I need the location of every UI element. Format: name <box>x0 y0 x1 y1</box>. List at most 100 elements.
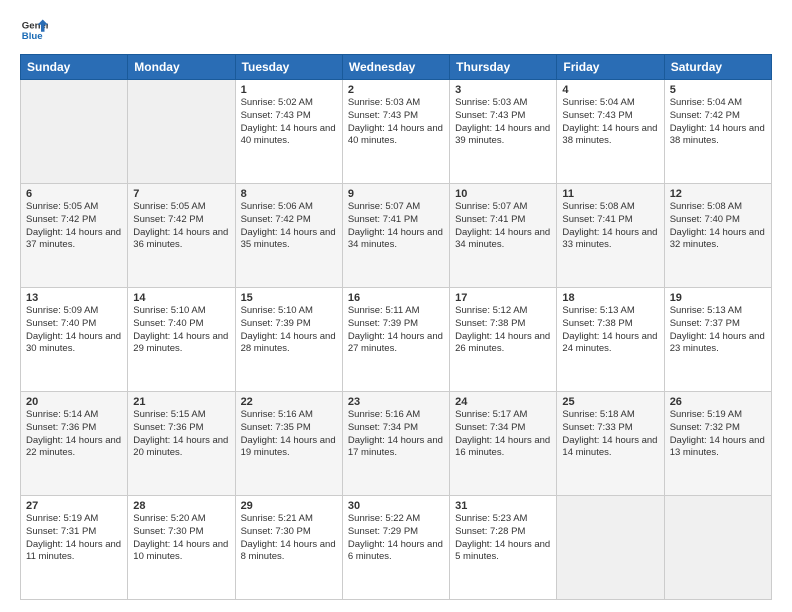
day-detail: Sunrise: 5:04 AM Sunset: 7:43 PM Dayligh… <box>562 97 658 148</box>
day-number: 18 <box>562 292 658 304</box>
day-detail: Sunrise: 5:09 AM Sunset: 7:40 PM Dayligh… <box>26 305 122 356</box>
calendar-cell: 1Sunrise: 5:02 AM Sunset: 7:43 PM Daylig… <box>235 80 342 184</box>
day-number: 19 <box>670 292 766 304</box>
day-number: 1 <box>241 84 337 96</box>
logo: General Blue <box>20 16 48 44</box>
page: General Blue SundayMondayTuesdayWednesda… <box>0 0 792 612</box>
calendar-cell: 13Sunrise: 5:09 AM Sunset: 7:40 PM Dayli… <box>21 288 128 392</box>
day-detail: Sunrise: 5:10 AM Sunset: 7:40 PM Dayligh… <box>133 305 229 356</box>
calendar-cell: 7Sunrise: 5:05 AM Sunset: 7:42 PM Daylig… <box>128 184 235 288</box>
calendar-cell: 23Sunrise: 5:16 AM Sunset: 7:34 PM Dayli… <box>342 392 449 496</box>
calendar-cell: 4Sunrise: 5:04 AM Sunset: 7:43 PM Daylig… <box>557 80 664 184</box>
header-row: SundayMondayTuesdayWednesdayThursdayFrid… <box>21 55 772 80</box>
day-number: 25 <box>562 396 658 408</box>
col-header-friday: Friday <box>557 55 664 80</box>
calendar-cell: 11Sunrise: 5:08 AM Sunset: 7:41 PM Dayli… <box>557 184 664 288</box>
calendar-cell: 8Sunrise: 5:06 AM Sunset: 7:42 PM Daylig… <box>235 184 342 288</box>
day-number: 6 <box>26 188 122 200</box>
calendar-table: SundayMondayTuesdayWednesdayThursdayFrid… <box>20 54 772 600</box>
calendar-cell <box>128 80 235 184</box>
calendar-cell: 25Sunrise: 5:18 AM Sunset: 7:33 PM Dayli… <box>557 392 664 496</box>
calendar-cell: 19Sunrise: 5:13 AM Sunset: 7:37 PM Dayli… <box>664 288 771 392</box>
calendar-cell: 3Sunrise: 5:03 AM Sunset: 7:43 PM Daylig… <box>450 80 557 184</box>
calendar-cell: 10Sunrise: 5:07 AM Sunset: 7:41 PM Dayli… <box>450 184 557 288</box>
day-detail: Sunrise: 5:15 AM Sunset: 7:36 PM Dayligh… <box>133 409 229 460</box>
day-detail: Sunrise: 5:08 AM Sunset: 7:41 PM Dayligh… <box>562 201 658 252</box>
col-header-sunday: Sunday <box>21 55 128 80</box>
day-detail: Sunrise: 5:18 AM Sunset: 7:33 PM Dayligh… <box>562 409 658 460</box>
day-detail: Sunrise: 5:06 AM Sunset: 7:42 PM Dayligh… <box>241 201 337 252</box>
week-row-2: 6Sunrise: 5:05 AM Sunset: 7:42 PM Daylig… <box>21 184 772 288</box>
day-detail: Sunrise: 5:12 AM Sunset: 7:38 PM Dayligh… <box>455 305 551 356</box>
day-detail: Sunrise: 5:05 AM Sunset: 7:42 PM Dayligh… <box>133 201 229 252</box>
day-number: 24 <box>455 396 551 408</box>
calendar-cell: 2Sunrise: 5:03 AM Sunset: 7:43 PM Daylig… <box>342 80 449 184</box>
calendar-cell: 22Sunrise: 5:16 AM Sunset: 7:35 PM Dayli… <box>235 392 342 496</box>
day-number: 29 <box>241 500 337 512</box>
col-header-thursday: Thursday <box>450 55 557 80</box>
calendar-cell: 6Sunrise: 5:05 AM Sunset: 7:42 PM Daylig… <box>21 184 128 288</box>
day-number: 26 <box>670 396 766 408</box>
day-number: 21 <box>133 396 229 408</box>
day-detail: Sunrise: 5:10 AM Sunset: 7:39 PM Dayligh… <box>241 305 337 356</box>
calendar-cell <box>21 80 128 184</box>
day-number: 28 <box>133 500 229 512</box>
day-detail: Sunrise: 5:04 AM Sunset: 7:42 PM Dayligh… <box>670 97 766 148</box>
day-number: 30 <box>348 500 444 512</box>
day-number: 3 <box>455 84 551 96</box>
day-number: 11 <box>562 188 658 200</box>
calendar-cell: 9Sunrise: 5:07 AM Sunset: 7:41 PM Daylig… <box>342 184 449 288</box>
col-header-saturday: Saturday <box>664 55 771 80</box>
day-detail: Sunrise: 5:11 AM Sunset: 7:39 PM Dayligh… <box>348 305 444 356</box>
day-number: 13 <box>26 292 122 304</box>
day-number: 17 <box>455 292 551 304</box>
day-detail: Sunrise: 5:14 AM Sunset: 7:36 PM Dayligh… <box>26 409 122 460</box>
day-number: 27 <box>26 500 122 512</box>
calendar-cell: 12Sunrise: 5:08 AM Sunset: 7:40 PM Dayli… <box>664 184 771 288</box>
col-header-wednesday: Wednesday <box>342 55 449 80</box>
logo-icon: General Blue <box>20 16 48 44</box>
calendar-cell: 20Sunrise: 5:14 AM Sunset: 7:36 PM Dayli… <box>21 392 128 496</box>
calendar-cell: 18Sunrise: 5:13 AM Sunset: 7:38 PM Dayli… <box>557 288 664 392</box>
day-number: 14 <box>133 292 229 304</box>
calendar-cell: 27Sunrise: 5:19 AM Sunset: 7:31 PM Dayli… <box>21 496 128 600</box>
calendar-cell: 15Sunrise: 5:10 AM Sunset: 7:39 PM Dayli… <box>235 288 342 392</box>
day-number: 16 <box>348 292 444 304</box>
svg-text:Blue: Blue <box>22 31 43 42</box>
day-detail: Sunrise: 5:16 AM Sunset: 7:35 PM Dayligh… <box>241 409 337 460</box>
day-number: 4 <box>562 84 658 96</box>
calendar-cell: 17Sunrise: 5:12 AM Sunset: 7:38 PM Dayli… <box>450 288 557 392</box>
day-detail: Sunrise: 5:05 AM Sunset: 7:42 PM Dayligh… <box>26 201 122 252</box>
day-detail: Sunrise: 5:03 AM Sunset: 7:43 PM Dayligh… <box>348 97 444 148</box>
day-detail: Sunrise: 5:13 AM Sunset: 7:37 PM Dayligh… <box>670 305 766 356</box>
day-detail: Sunrise: 5:02 AM Sunset: 7:43 PM Dayligh… <box>241 97 337 148</box>
calendar-cell: 16Sunrise: 5:11 AM Sunset: 7:39 PM Dayli… <box>342 288 449 392</box>
day-detail: Sunrise: 5:17 AM Sunset: 7:34 PM Dayligh… <box>455 409 551 460</box>
day-number: 15 <box>241 292 337 304</box>
day-detail: Sunrise: 5:16 AM Sunset: 7:34 PM Dayligh… <box>348 409 444 460</box>
day-number: 2 <box>348 84 444 96</box>
day-number: 7 <box>133 188 229 200</box>
day-number: 5 <box>670 84 766 96</box>
day-number: 31 <box>455 500 551 512</box>
calendar-cell: 24Sunrise: 5:17 AM Sunset: 7:34 PM Dayli… <box>450 392 557 496</box>
day-number: 23 <box>348 396 444 408</box>
day-number: 20 <box>26 396 122 408</box>
day-detail: Sunrise: 5:19 AM Sunset: 7:32 PM Dayligh… <box>670 409 766 460</box>
day-detail: Sunrise: 5:21 AM Sunset: 7:30 PM Dayligh… <box>241 513 337 564</box>
week-row-1: 1Sunrise: 5:02 AM Sunset: 7:43 PM Daylig… <box>21 80 772 184</box>
day-detail: Sunrise: 5:07 AM Sunset: 7:41 PM Dayligh… <box>455 201 551 252</box>
calendar-cell: 30Sunrise: 5:22 AM Sunset: 7:29 PM Dayli… <box>342 496 449 600</box>
day-number: 10 <box>455 188 551 200</box>
day-detail: Sunrise: 5:07 AM Sunset: 7:41 PM Dayligh… <box>348 201 444 252</box>
week-row-4: 20Sunrise: 5:14 AM Sunset: 7:36 PM Dayli… <box>21 392 772 496</box>
day-number: 12 <box>670 188 766 200</box>
day-detail: Sunrise: 5:22 AM Sunset: 7:29 PM Dayligh… <box>348 513 444 564</box>
calendar-cell: 26Sunrise: 5:19 AM Sunset: 7:32 PM Dayli… <box>664 392 771 496</box>
day-detail: Sunrise: 5:03 AM Sunset: 7:43 PM Dayligh… <box>455 97 551 148</box>
calendar-cell: 21Sunrise: 5:15 AM Sunset: 7:36 PM Dayli… <box>128 392 235 496</box>
calendar-cell: 31Sunrise: 5:23 AM Sunset: 7:28 PM Dayli… <box>450 496 557 600</box>
calendar-cell: 5Sunrise: 5:04 AM Sunset: 7:42 PM Daylig… <box>664 80 771 184</box>
week-row-5: 27Sunrise: 5:19 AM Sunset: 7:31 PM Dayli… <box>21 496 772 600</box>
day-detail: Sunrise: 5:20 AM Sunset: 7:30 PM Dayligh… <box>133 513 229 564</box>
